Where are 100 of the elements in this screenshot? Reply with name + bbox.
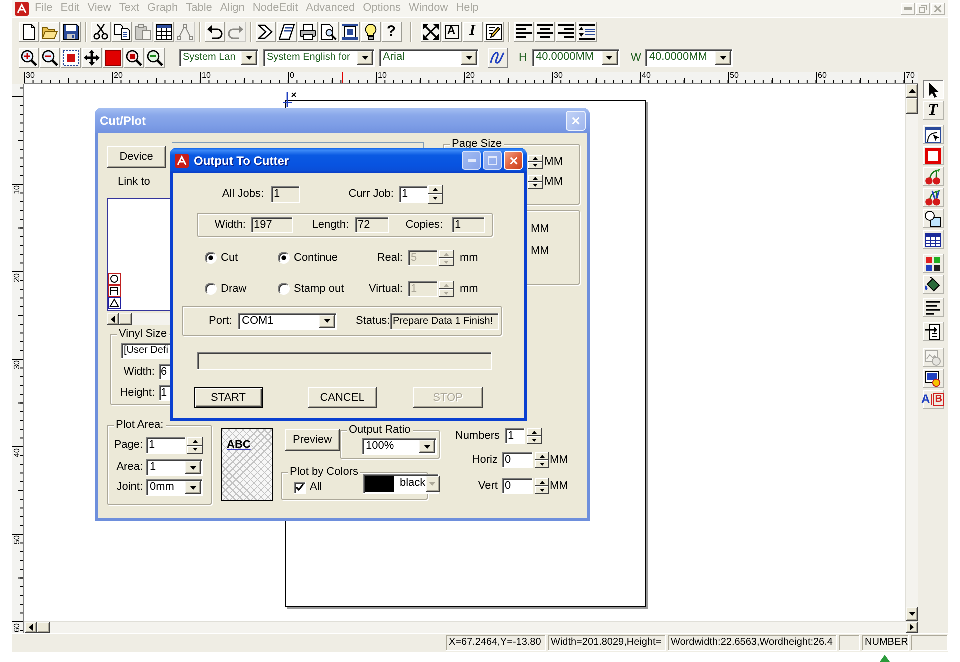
page-magnifier-icon[interactable]: [318, 22, 338, 42]
charset-dropdown[interactable]: System English for: [263, 49, 375, 67]
script-button[interactable]: [488, 48, 508, 68]
fill-button[interactable]: [922, 275, 944, 294]
tray-icon[interactable]: [880, 655, 890, 662]
height-dropdown[interactable]: 40.0000MM: [532, 49, 620, 67]
save-icon[interactable]: [60, 22, 80, 42]
language-dropdown[interactable]: System Lan: [179, 49, 259, 67]
dropdown-button[interactable]: [419, 440, 435, 453]
shapes-button[interactable]: [922, 209, 944, 228]
lightbulb-icon[interactable]: [360, 22, 380, 42]
joint-dropdown[interactable]: 0mm: [146, 479, 203, 496]
undo-icon[interactable]: [204, 22, 224, 42]
input-field[interactable]: 72: [355, 217, 389, 233]
spin-up-button[interactable]: [535, 478, 549, 486]
text-tool-button[interactable]: T: [922, 101, 944, 120]
picture-button[interactable]: [922, 369, 944, 388]
scroll-up-button[interactable]: [906, 84, 918, 98]
input-field[interactable]: 0: [502, 478, 533, 494]
input-field[interactable]: 1: [399, 186, 428, 202]
spin-up-button[interactable]: [439, 250, 454, 258]
spin-down-button[interactable]: [535, 460, 549, 468]
chevron-icon[interactable]: [256, 22, 276, 42]
radio-button[interactable]: [205, 283, 217, 295]
area-dropdown[interactable]: 1: [146, 459, 203, 476]
crossed-arrows-icon[interactable]: [420, 22, 440, 42]
radio-button[interactable]: [278, 283, 290, 295]
spin-down-button[interactable]: [439, 289, 454, 297]
rectangle-tool-button[interactable]: [922, 146, 944, 165]
text-lines-button[interactable]: [922, 298, 944, 317]
pointer-tool-button[interactable]: [922, 80, 944, 99]
input-field[interactable]: 1: [505, 428, 525, 444]
font-dropdown[interactable]: Arial: [379, 49, 479, 67]
open-folder-icon[interactable]: [40, 22, 60, 42]
copy-icon[interactable]: [112, 22, 132, 42]
device-button[interactable]: Device: [107, 146, 166, 168]
line-spacing-icon[interactable]: [576, 22, 596, 42]
dialog-button[interactable]: CANCEL: [308, 387, 377, 408]
pan-icon[interactable]: [82, 48, 102, 68]
printer-icon[interactable]: [298, 22, 318, 42]
dropdown-button[interactable]: [185, 481, 201, 494]
radio-button[interactable]: [205, 252, 217, 264]
help-button[interactable]: ?: [382, 22, 402, 42]
spin-up-button[interactable]: [535, 452, 549, 460]
magnifier-icon[interactable]: [144, 48, 164, 68]
page-arrow-button[interactable]: [922, 322, 944, 341]
split-text-button[interactable]: A B: [922, 390, 944, 409]
scroll-left-button[interactable]: [25, 622, 37, 633]
edit-box-icon[interactable]: [484, 22, 504, 42]
spin-up-button[interactable]: [528, 175, 543, 182]
scroll-left-button[interactable]: [107, 313, 119, 325]
frame-icon[interactable]: [340, 22, 360, 42]
align-left-icon[interactable]: [514, 22, 534, 42]
spin-down-button[interactable]: [439, 258, 454, 266]
zoom-out-icon[interactable]: [40, 48, 60, 68]
input-field[interactable]: 197: [251, 217, 293, 233]
preview-button[interactable]: Preview: [285, 429, 340, 451]
input-field[interactable]: 0: [502, 452, 533, 468]
dropdown-button[interactable]: [602, 51, 618, 65]
port-dropdown[interactable]: COM1: [238, 312, 337, 330]
italic-button[interactable]: I: [462, 22, 482, 42]
dropdown-button[interactable]: [715, 51, 732, 65]
dropdown-button[interactable]: [185, 461, 201, 474]
ratio-dropdown[interactable]: 100%: [362, 438, 437, 455]
spin-down-button[interactable]: [535, 486, 549, 494]
dropdown-button[interactable]: [461, 51, 477, 65]
scissors-icon[interactable]: [90, 22, 110, 42]
spin-up-button[interactable]: [187, 437, 203, 446]
zoom-in-icon[interactable]: [18, 48, 38, 68]
slanted-page-icon[interactable]: [276, 22, 296, 42]
spin-down-button[interactable]: [428, 194, 443, 204]
grid-icon[interactable]: [154, 22, 174, 42]
new-document-icon[interactable]: [18, 22, 38, 42]
framed-square-icon[interactable]: [60, 48, 80, 68]
cherries-button[interactable]: [922, 167, 944, 186]
scroll-thumb[interactable]: [906, 98, 918, 114]
scroll-down-button[interactable]: [906, 607, 918, 621]
text-box-button[interactable]: A: [442, 22, 462, 42]
width-dropdown[interactable]: 40.0000MM: [645, 49, 734, 67]
preset-dropdown[interactable]: [User Defi: [121, 343, 172, 359]
spin-down-button[interactable]: [528, 182, 543, 189]
spin-down-button[interactable]: [528, 162, 543, 169]
table-button[interactable]: [922, 230, 944, 249]
curve-arrow-button[interactable]: [922, 125, 944, 144]
dropdown-button[interactable]: [241, 51, 257, 65]
spin-up-button[interactable]: [428, 184, 443, 194]
spin-up-button[interactable]: [439, 281, 454, 289]
square-icon[interactable]: [102, 48, 122, 68]
cherries-lines-button[interactable]: [922, 188, 944, 207]
checkbox[interactable]: [294, 482, 306, 494]
color-grid-button[interactable]: [922, 254, 944, 273]
align-right-icon[interactable]: [556, 22, 576, 42]
input-field[interactable]: 1: [146, 437, 186, 454]
status-field[interactable]: Prepare Data 1 Finish!: [390, 312, 499, 330]
input-field[interactable]: 1: [271, 186, 300, 202]
dialog-button[interactable]: START: [194, 387, 263, 408]
spin-up-button[interactable]: [527, 428, 542, 436]
dropdown-button[interactable]: [319, 314, 335, 328]
scroll-thumb[interactable]: [37, 622, 50, 633]
spin-up-button[interactable]: [528, 155, 543, 162]
